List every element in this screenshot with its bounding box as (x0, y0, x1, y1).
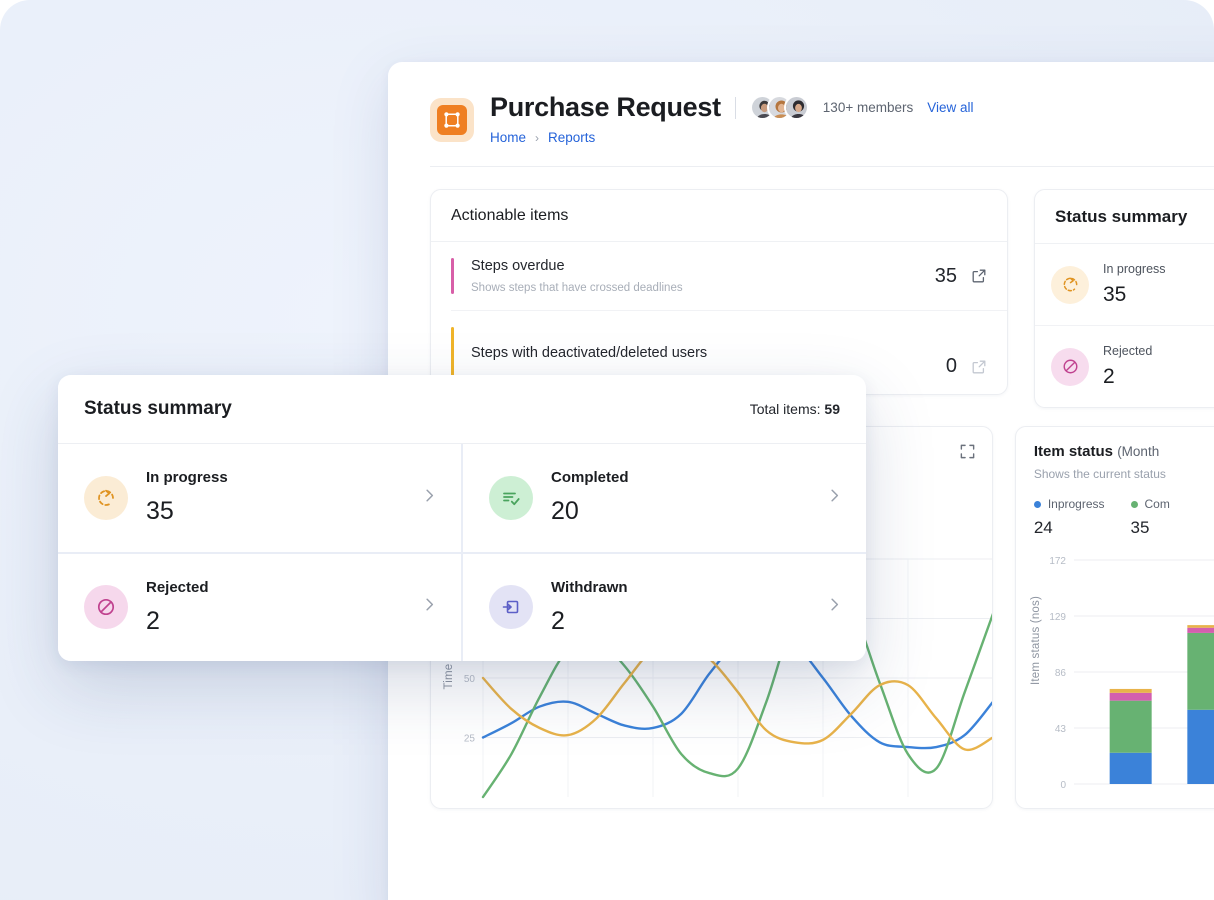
chevron-right-icon: › (535, 130, 540, 145)
item-status-header: Item status (Month Shows the current sta… (1016, 427, 1214, 548)
actionable-items-heading: Actionable items (431, 190, 1007, 242)
external-link-icon[interactable] (971, 268, 987, 284)
in-progress-icon (84, 475, 128, 520)
legend-value: 35 (1130, 518, 1150, 537)
expand-fullscreen-icon[interactable] (959, 443, 976, 465)
page-title: Purchase Request (490, 92, 721, 122)
svg-text:43: 43 (1055, 724, 1067, 735)
header-bottom-divider (430, 166, 1214, 167)
withdrawn-icon (489, 585, 533, 630)
status-row-value: 35 (1103, 283, 1127, 306)
chevron-right-icon[interactable] (825, 486, 844, 510)
left-column: Actionable items Steps overdue Shows ste… (388, 167, 1008, 408)
chevron-right-icon[interactable] (420, 486, 439, 510)
breadcrumb-item-home[interactable]: Home (490, 130, 526, 145)
actionable-items-card: Actionable items Steps overdue Shows ste… (430, 189, 1008, 395)
status-summary-modal: Status summary Total items: 59 In progre… (58, 375, 866, 661)
status-modal-card-in-progress[interactable]: In progress 35 (58, 444, 461, 552)
status-modal-title: Status summary (84, 398, 232, 419)
status-modal-card-withdrawn[interactable]: Withdrawn 2 (463, 553, 866, 661)
legend-label: Com (1144, 497, 1170, 511)
completed-icon (489, 475, 533, 520)
status-modal-total: Total items: 59 (750, 401, 840, 417)
svg-text:50: 50 (464, 674, 476, 685)
status-card-value: 35 (146, 497, 174, 526)
legend-dot-icon (1130, 500, 1138, 508)
bar-chart-y-axis-title: Item status (nos) (1029, 596, 1042, 686)
actionable-row-steps-overdue[interactable]: Steps overdue Shows steps that have cros… (451, 242, 1007, 311)
chevron-right-icon[interactable] (420, 595, 439, 619)
status-row-label: Rejected (1103, 344, 1153, 358)
row-accent-bar (451, 258, 454, 294)
row-accent-bar (451, 327, 454, 378)
app-header: Purchase Request 130+ members View all H… (388, 62, 1214, 167)
total-items-value: 59 (824, 401, 840, 417)
item-status-title: Item status (Month (1033, 443, 1160, 460)
item-status-title-suffix: (Month (1117, 444, 1160, 459)
view-all-link[interactable]: View all (927, 100, 973, 115)
breadcrumb: Home › Reports (490, 130, 974, 145)
status-row-value: 2 (1103, 365, 1115, 388)
header-divider (734, 96, 736, 119)
status-card-value: 2 (551, 606, 565, 635)
screen-canvas: Purchase Request 130+ members View all H… (0, 0, 1214, 900)
svg-text:25: 25 (464, 734, 476, 745)
legend-dot-icon (1033, 500, 1041, 508)
legend-item-completed: Com 35 (1130, 497, 1170, 538)
breadcrumb-item-reports[interactable]: Reports (548, 130, 595, 145)
item-status-plot: Item status (nos) 0 43 86 129 172 (1016, 548, 1214, 799)
status-row-rejected[interactable]: Rejected 2 (1035, 326, 1214, 407)
svg-text:172: 172 (1049, 556, 1066, 567)
actionable-row-count: 35 (934, 264, 957, 287)
status-card-label: Withdrawn (551, 578, 628, 596)
status-card-value: 2 (146, 606, 160, 635)
rejected-icon (84, 585, 128, 630)
status-card-label: Completed (551, 469, 629, 487)
status-summary-heading: Status summary (1035, 190, 1214, 244)
item-status-chart-card: Item status (Month Shows the current sta… (1014, 426, 1214, 809)
status-modal-card-completed[interactable]: Completed 20 (463, 444, 866, 552)
item-status-legend: Inprogress 24 Com 35 (1033, 497, 1214, 538)
legend-label: Inprogress (1047, 497, 1105, 511)
app-body: Actionable items Steps overdue Shows ste… (388, 167, 1214, 408)
status-summary-card: Status summary In progress 35 Rejected 2 (1034, 189, 1214, 408)
actionable-row-count: 0 (945, 355, 957, 377)
actionable-row-title: Steps with deactivated/deleted users (471, 344, 708, 361)
status-card-value: 20 (551, 497, 579, 526)
actionable-row-title: Steps overdue (471, 258, 565, 274)
nodes-app-icon (430, 97, 474, 142)
status-modal-grid: In progress 35 Completed 20 Rejected 2 W… (58, 444, 866, 661)
svg-text:129: 129 (1049, 612, 1066, 623)
members-count: 130+ members (822, 100, 914, 115)
actionable-row-subtitle: Shows steps that have crossed deadlines (471, 282, 683, 294)
avatar (783, 95, 809, 120)
right-column: Status summary In progress 35 Rejected 2 (1008, 167, 1214, 408)
in-progress-icon (1051, 265, 1089, 304)
svg-text:0: 0 (1060, 780, 1066, 791)
member-avatars[interactable] (749, 95, 809, 120)
status-card-label: Rejected (146, 578, 209, 596)
status-row-in-progress[interactable]: In progress 35 (1035, 244, 1214, 326)
total-items-label: Total items: (749, 401, 821, 417)
status-modal-header: Status summary Total items: 59 (58, 375, 866, 444)
chevron-right-icon[interactable] (825, 595, 844, 619)
rejected-icon (1051, 347, 1089, 386)
status-card-label: In progress (146, 469, 228, 487)
item-status-description: Shows the current status (1033, 467, 1166, 481)
status-row-label: In progress (1103, 262, 1166, 276)
status-modal-card-rejected[interactable]: Rejected 2 (58, 553, 461, 661)
svg-text:86: 86 (1055, 668, 1067, 679)
legend-value: 24 (1033, 518, 1053, 537)
bar-chart-svg: 0 43 86 129 172 (1049, 556, 1214, 791)
external-link-icon[interactable] (971, 359, 987, 375)
legend-item-inprogress: Inprogress 24 (1033, 497, 1105, 538)
